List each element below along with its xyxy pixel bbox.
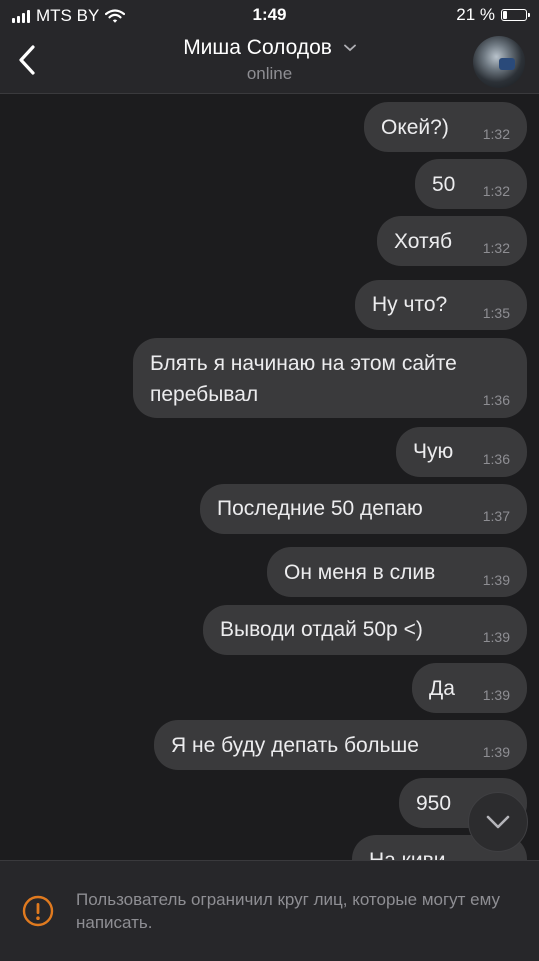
message-bubble[interactable]: Да 1:39 (412, 663, 527, 713)
message-time: 1:39 (482, 744, 510, 760)
message-time: 1:32 (482, 126, 510, 142)
message-time: 1:36 (482, 392, 510, 408)
message-time: 1:39 (482, 572, 510, 588)
message-text-line-1: Блять я начинаю на этом сайте (150, 352, 457, 375)
battery-fill (503, 11, 507, 19)
message-time: 1:32 (482, 240, 510, 256)
message-text: Последние 50 депаю (217, 497, 423, 520)
message-text: Я не буду депать больше (171, 734, 419, 757)
message-text: На киви (369, 845, 445, 860)
battery-percent: 21 % (456, 5, 495, 24)
contact-name: Миша Солодов (183, 36, 332, 59)
message-text: 950 (416, 792, 452, 815)
message-text: Да (429, 677, 455, 700)
status-right: 21 % (456, 5, 530, 25)
message-time: 1:39 (482, 629, 510, 645)
message-time: 1:35 (482, 305, 510, 321)
message-bubble[interactable]: Окей?) 1:32 (364, 102, 527, 152)
restriction-notice: Пользователь ограничил круг лиц, которые… (0, 860, 539, 961)
message-text: Чую (413, 440, 454, 463)
contact-status: online (246, 64, 293, 83)
message-time: 1:36 (482, 451, 510, 467)
back-chevron-icon (19, 45, 35, 75)
message-text: Ну что? (372, 293, 448, 316)
message-time: 1:37 (482, 508, 510, 524)
message-text: Хотяб (394, 230, 453, 253)
message-time: 1:32 (482, 183, 510, 199)
message-text: 50 (432, 173, 456, 196)
message-bubble[interactable]: Выводи отдай 50р <) 1:39 (203, 605, 527, 655)
scroll-down-chevron-icon (486, 815, 510, 829)
message-bubble[interactable]: Я не буду депать больше 1:39 (154, 720, 527, 770)
message-bubble[interactable]: 50 1:32 (415, 159, 527, 209)
message-text: Окей?) (381, 116, 449, 139)
message-list[interactable]: Окей?) 1:32 50 1:32 Хотяб 1:32 Ну что? 1… (0, 94, 539, 860)
message-text: Он меня в слив (284, 561, 436, 584)
battery-icon (501, 9, 530, 21)
back-button[interactable] (10, 40, 44, 80)
message-bubble[interactable]: Он меня в слив 1:39 (267, 547, 527, 597)
message-bubble[interactable]: Блять я начинаю на этом сайте перебывал … (133, 338, 527, 418)
message-bubble[interactable]: Чую 1:36 (396, 427, 527, 477)
message-text-line-2: перебывал (150, 383, 259, 406)
scroll-down-button[interactable] (468, 792, 528, 852)
message-time: 1:39 (482, 687, 510, 703)
message-bubble[interactable]: Ну что? 1:35 (355, 280, 527, 330)
dropdown-chevron-icon (343, 45, 356, 52)
status-bar: MTS BY 1:49 21 % (0, 0, 539, 30)
contact-title[interactable]: Миша Солодов online (100, 36, 439, 84)
message-bubble[interactable]: Последние 50 депаю 1:37 (200, 484, 527, 534)
chat-header: Миша Солодов online (0, 30, 539, 94)
avatar[interactable] (473, 36, 525, 88)
message-bubble[interactable]: Хотяб 1:32 (377, 216, 527, 266)
notice-text: Пользователь ограничил круг лиц, которые… (76, 890, 501, 932)
message-text: Выводи отдай 50р <) (220, 618, 423, 641)
warning-icon (22, 895, 54, 927)
